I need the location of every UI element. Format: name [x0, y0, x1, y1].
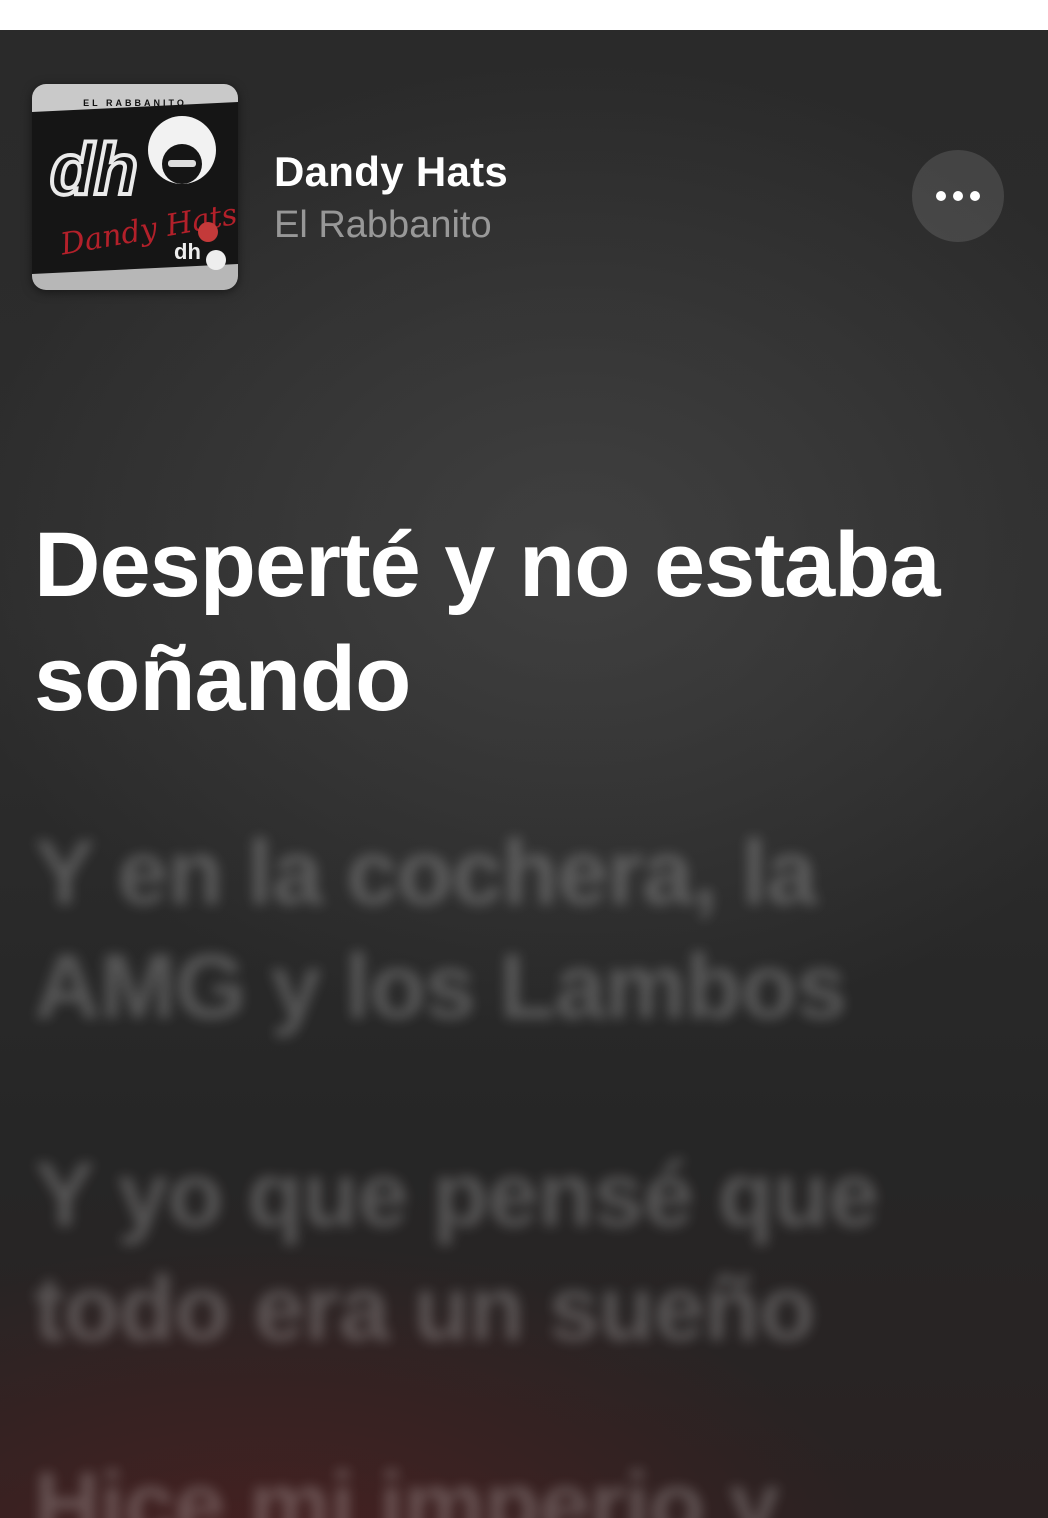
ellipsis-icon — [936, 191, 946, 201]
song-artist[interactable]: El Rabbanito — [274, 204, 492, 247]
artwork-logo-text: dh — [50, 130, 138, 210]
lyric-line[interactable]: Y en la cochera, la AMG y los Lambos — [34, 816, 1014, 1044]
lyric-line[interactable]: Y yo que pensé que todo era un sueño — [34, 1138, 1014, 1366]
lyrics-screen: EL RABBANITO dh Dandy Hats dh Dandy Hats… — [0, 30, 1048, 1518]
more-options-button[interactable] — [912, 150, 1004, 242]
ellipsis-icon — [953, 191, 963, 201]
album-artwork-image: EL RABBANITO dh Dandy Hats dh — [32, 84, 238, 290]
ellipsis-icon — [970, 191, 980, 201]
artwork-small-logo: dh — [174, 239, 201, 264]
album-artwork[interactable]: EL RABBANITO dh Dandy Hats dh — [32, 84, 238, 290]
status-bar-area — [0, 0, 1048, 30]
artwork-header-text: EL RABBANITO — [83, 98, 187, 108]
song-title[interactable]: Dandy Hats — [274, 148, 508, 196]
lyric-line-current[interactable]: Desperté y no estaba soñando — [34, 508, 1014, 736]
lyric-line[interactable]: Hice mi imperio y — [34, 1448, 1014, 1518]
